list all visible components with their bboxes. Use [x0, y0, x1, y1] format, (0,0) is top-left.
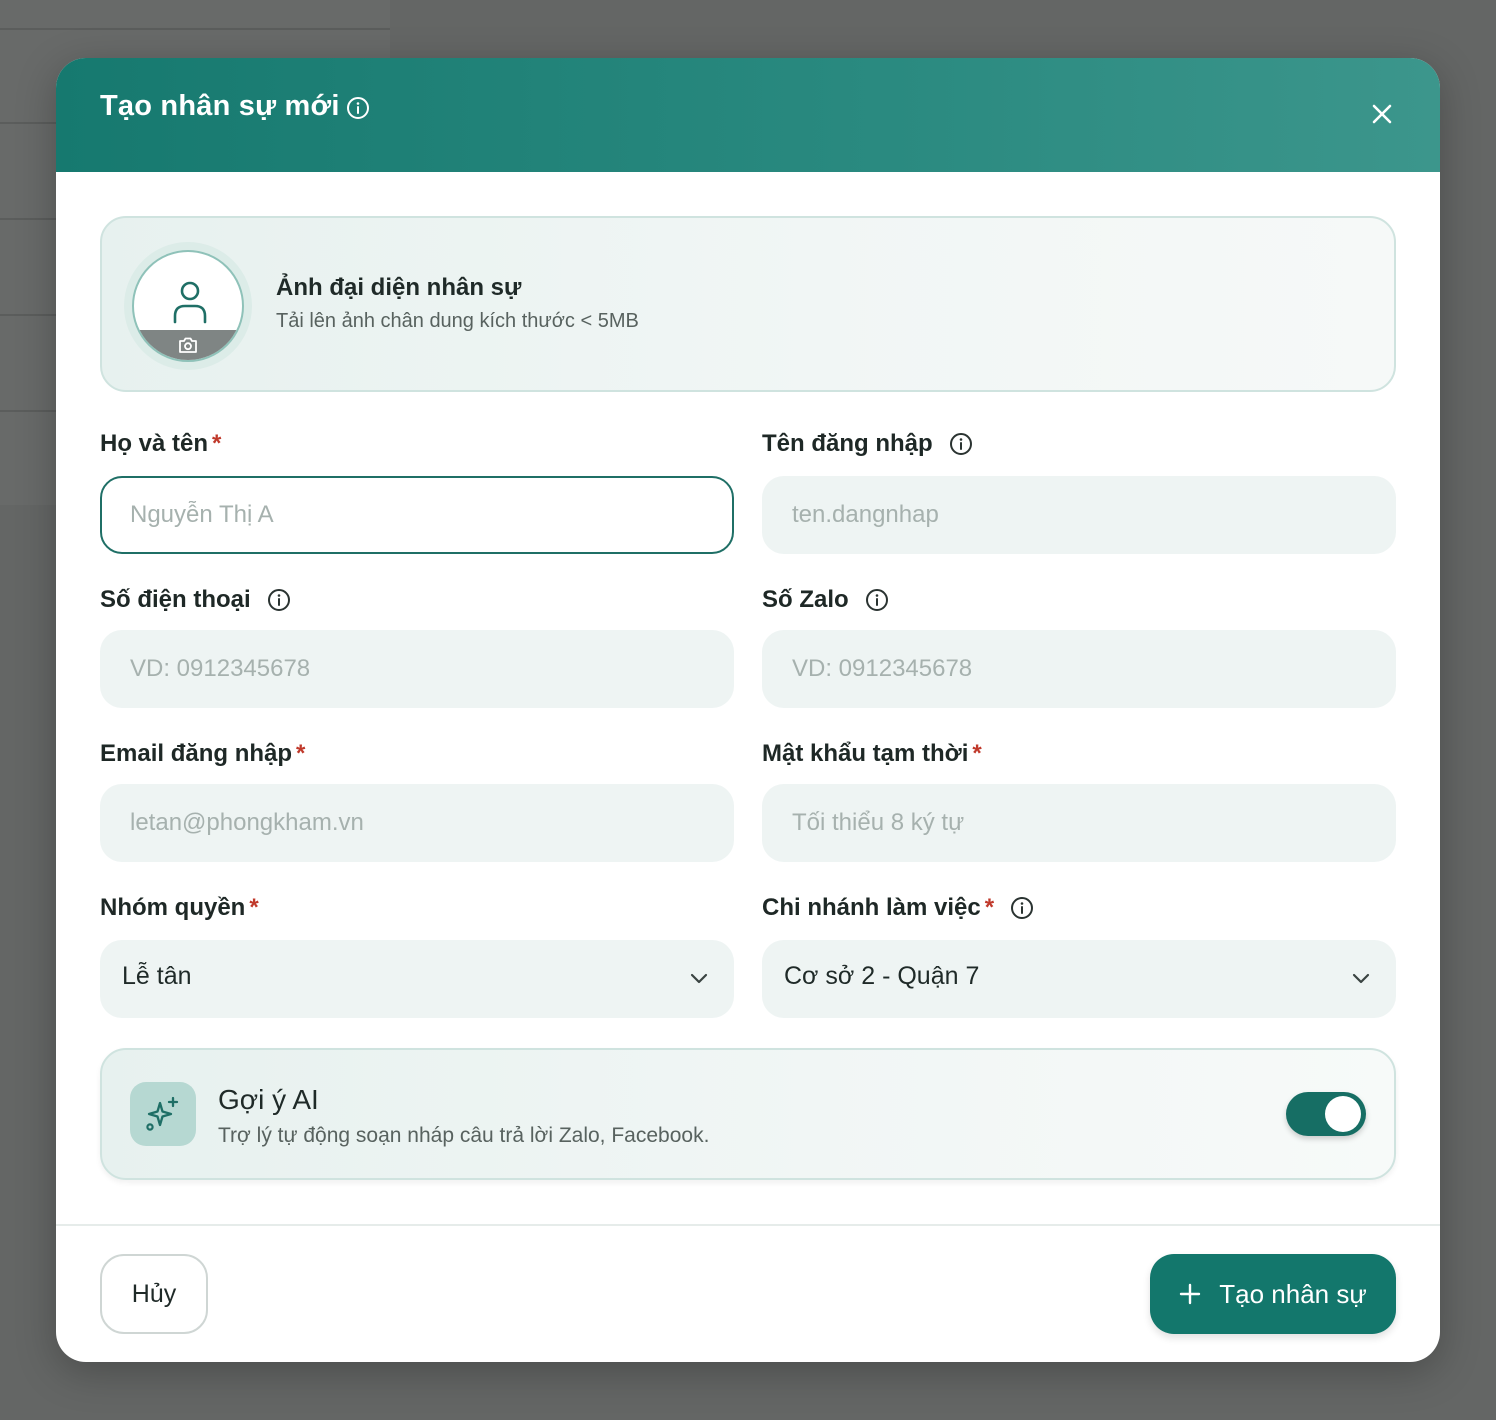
ai-suggestion-card: Gợi ý AI Trợ lý tự động soạn nháp câu tr… [100, 1048, 1396, 1180]
password-input[interactable] [762, 784, 1396, 862]
avatar-upload[interactable] [124, 242, 252, 370]
info-icon[interactable] [267, 588, 291, 612]
cancel-button[interactable]: Hủy [100, 1254, 208, 1334]
camera-band[interactable] [134, 330, 242, 360]
info-icon[interactable] [346, 96, 370, 120]
zalo-label: Số Zalo [762, 586, 889, 614]
sparkles-icon [146, 1096, 179, 1131]
avatar-subtitle: Tải lên ảnh chân dung kích thước < 5MB [276, 310, 639, 332]
required-mark: * [249, 894, 259, 921]
ai-subtitle: Trợ lý tự động soạn nháp câu trả lời Zal… [218, 1124, 710, 1147]
ai-icon-box [130, 1082, 196, 1146]
modal-title: Tạo nhân sự mới [100, 90, 340, 122]
toggle-knob [1325, 1096, 1361, 1132]
avatar-upload-card: Ảnh đại diện nhân sự Tải lên ảnh chân du… [100, 216, 1396, 392]
background-divider [0, 218, 56, 220]
role-select[interactable]: Lễ tân [100, 940, 734, 1018]
username-input[interactable] [762, 476, 1396, 554]
phone-input[interactable] [100, 630, 734, 708]
required-mark: * [972, 740, 982, 767]
branch-select-value: Cơ sở 2 - Quận 7 [784, 962, 980, 990]
username-label: Tên đăng nhập [762, 430, 973, 458]
password-label: Mật khẩu tạm thời * [762, 740, 982, 767]
email-label: Email đăng nhập * [100, 740, 306, 767]
create-staff-button[interactable]: Tạo nhân sự [1150, 1254, 1396, 1334]
chevron-down-icon [1352, 973, 1370, 984]
background-divider [0, 122, 56, 124]
ai-title: Gợi ý AI [218, 1084, 319, 1115]
info-icon[interactable] [1010, 896, 1034, 920]
background-divider [0, 314, 56, 316]
close-icon[interactable] [1368, 100, 1396, 128]
required-mark: * [296, 740, 306, 767]
background-divider [0, 28, 390, 30]
create-staff-modal: Tạo nhân sự mới Ảnh đại diện nhân sự Tải… [56, 58, 1440, 1362]
info-icon[interactable] [949, 432, 973, 456]
avatar [132, 250, 244, 362]
create-staff-label: Tạo nhân sự [1219, 1278, 1367, 1309]
footer-divider [56, 1224, 1440, 1226]
full-name-input[interactable] [100, 476, 734, 554]
required-mark: * [984, 894, 995, 921]
camera-icon [179, 337, 197, 353]
modal-header: Tạo nhân sự mới [56, 58, 1440, 172]
email-input[interactable] [100, 784, 734, 862]
ai-toggle[interactable] [1286, 1092, 1366, 1136]
background-divider [0, 410, 56, 412]
required-mark: * [212, 430, 222, 457]
plus-icon [1180, 1283, 1201, 1305]
user-icon [173, 281, 207, 324]
branch-label: Chi nhánh làm việc * [762, 894, 1034, 922]
avatar-title: Ảnh đại diện nhân sự [276, 274, 522, 301]
branch-select[interactable]: Cơ sở 2 - Quận 7 [762, 940, 1396, 1018]
role-label: Nhóm quyền * [100, 894, 259, 921]
zalo-input[interactable] [762, 630, 1396, 708]
full-name-label: Họ và tên * [100, 430, 222, 457]
info-icon[interactable] [865, 588, 889, 612]
phone-label: Số điện thoại [100, 586, 291, 614]
role-select-value: Lễ tân [122, 962, 192, 990]
chevron-down-icon [690, 973, 708, 984]
